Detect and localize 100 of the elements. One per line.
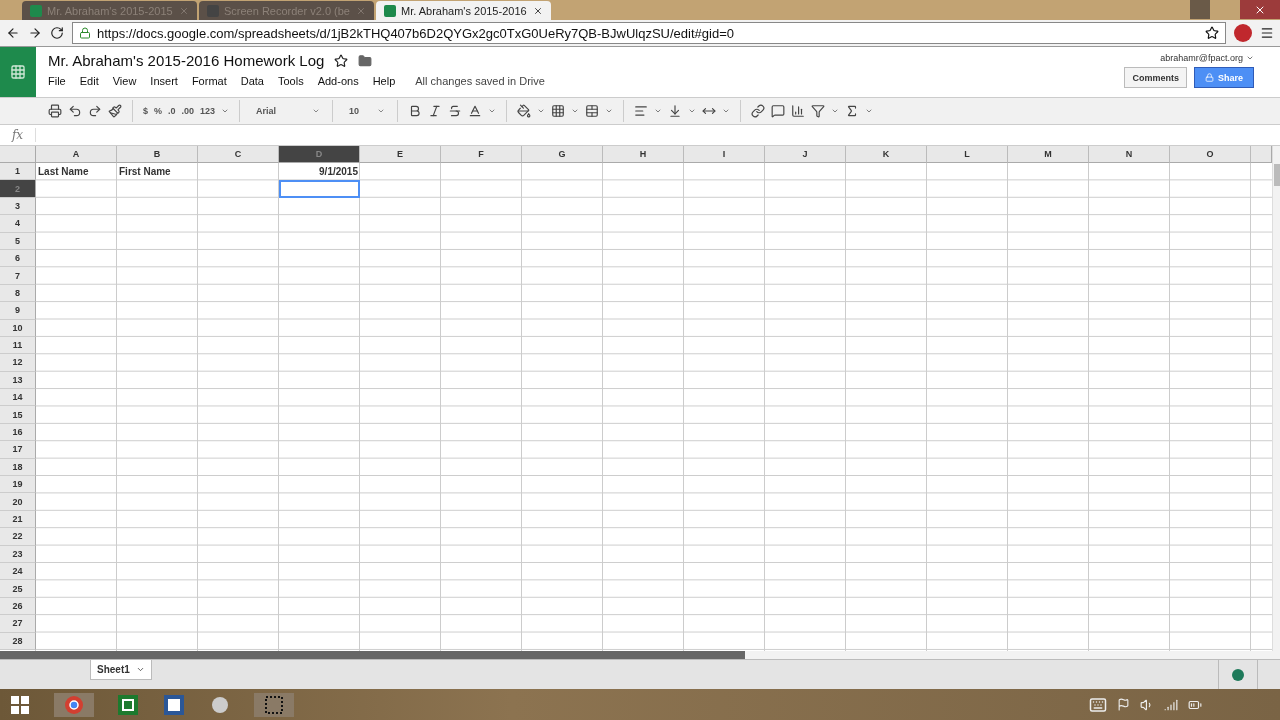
column-header[interactable]: G: [522, 146, 603, 163]
comments-button[interactable]: Comments: [1124, 67, 1187, 88]
column-header[interactable]: N: [1089, 146, 1170, 163]
italic-icon[interactable]: [428, 104, 443, 118]
menu-item[interactable]: Edit: [79, 75, 99, 87]
star-icon[interactable]: [334, 53, 349, 68]
caret-icon: [831, 107, 840, 115]
caret-icon: [654, 107, 663, 115]
row-header[interactable]: 12: [0, 354, 36, 372]
menu-item[interactable]: Data: [240, 75, 264, 87]
sheet-tab[interactable]: Sheet1: [90, 660, 152, 680]
menu-item[interactable]: Insert: [150, 75, 178, 87]
column-header[interactable]: H: [603, 146, 684, 163]
sheets-logo[interactable]: [0, 47, 36, 97]
print-icon[interactable]: [48, 104, 62, 118]
close-icon: [179, 5, 189, 16]
merge-icon[interactable]: [585, 104, 600, 118]
back-icon[interactable]: [6, 26, 20, 40]
bookmark-star-icon[interactable]: [1205, 26, 1219, 40]
strikethrough-icon[interactable]: [448, 104, 463, 118]
keyboard-icon: [1089, 695, 1107, 714]
row-header[interactable]: 20: [0, 493, 36, 511]
menu-item[interactable]: Format: [191, 75, 227, 87]
adblock-icon: [1234, 24, 1252, 42]
address-bar[interactable]: https://docs.google.com/spreadsheets/d/1jB2kTHQ407b6D2QYGx2gc0TxG0UeRy7QB-BJwUlqzSU/edit#gid=0: [72, 22, 1226, 44]
caret-icon: [865, 107, 874, 115]
close-icon: [356, 5, 366, 16]
column-header[interactable]: I: [684, 146, 765, 163]
tab-favicon: [30, 4, 42, 17]
column-header[interactable]: E: [360, 146, 441, 163]
number-format-button[interactable]: %: [154, 106, 163, 116]
row-header[interactable]: 9: [0, 302, 36, 320]
caret-icon: [377, 107, 386, 115]
column-header[interactable]: L: [927, 146, 1008, 163]
row-header[interactable]: 27: [0, 615, 36, 633]
column-header[interactable]: K: [846, 146, 927, 163]
flag-icon: [1117, 698, 1130, 711]
table-cell[interactable]: 9/1/2015: [279, 163, 360, 181]
row-header[interactable]: 4: [0, 215, 36, 233]
number-format-button[interactable]: 123: [200, 106, 216, 116]
caret-icon: [312, 107, 321, 115]
fill-color-icon[interactable]: [517, 104, 532, 118]
row-header[interactable]: 17: [0, 441, 36, 459]
vertical-align-icon[interactable]: [668, 104, 683, 118]
table-cell[interactable]: First Name: [117, 163, 198, 181]
document-title[interactable]: Mr. Abraham's 2015-2016 Homework Log: [48, 52, 325, 69]
row-header[interactable]: 25: [0, 580, 36, 598]
font-size-dropdown[interactable]: 10: [343, 101, 388, 121]
forward-icon[interactable]: [28, 26, 42, 40]
caret-icon: [537, 107, 546, 115]
active-cell[interactable]: [279, 180, 360, 198]
spreadsheet-app-icon: [116, 692, 140, 717]
column-header[interactable]: A: [36, 146, 117, 163]
explore-icon: [1232, 669, 1244, 681]
snipping-app-icon: [254, 692, 294, 717]
row-header[interactable]: 14: [0, 389, 36, 407]
reload-icon[interactable]: [50, 26, 64, 40]
number-format-button[interactable]: $: [143, 106, 148, 116]
redo-icon[interactable]: [88, 104, 102, 118]
account-email[interactable]: abrahamr@fpact.org: [1160, 53, 1254, 63]
font-dropdown[interactable]: Arial: [250, 101, 323, 121]
column-header[interactable]: J: [765, 146, 846, 163]
filter-icon[interactable]: [811, 104, 826, 118]
number-format-button[interactable]: .0: [168, 106, 176, 116]
text-color-icon[interactable]: [468, 104, 483, 118]
close-icon: [1240, 0, 1280, 19]
document-app-icon: [162, 692, 186, 717]
row-header[interactable]: 1: [0, 163, 36, 181]
column-header[interactable]: C: [198, 146, 279, 163]
column-header[interactable]: O: [1170, 146, 1251, 163]
column-header[interactable]: B: [117, 146, 198, 163]
row-header[interactable]: 15: [0, 406, 36, 424]
save-status: All changes saved in Drive: [415, 75, 545, 87]
browser-tab[interactable]: Mr. Abraham's 2015-2016: [376, 1, 551, 20]
row-header[interactable]: 7: [0, 267, 36, 285]
number-format-button[interactable]: .00: [181, 106, 195, 116]
folder-icon[interactable]: [358, 53, 373, 68]
chart-icon[interactable]: [791, 104, 806, 118]
caret-icon: [605, 107, 614, 115]
menu-item[interactable]: Tools: [277, 75, 304, 87]
row-header[interactable]: 22: [0, 528, 36, 546]
menu-item[interactable]: View: [112, 75, 137, 87]
borders-icon[interactable]: [551, 104, 566, 118]
menu-icon[interactable]: [1260, 26, 1274, 40]
table-cell[interactable]: Last Name: [36, 163, 117, 181]
column-header[interactable]: F: [441, 146, 522, 163]
horizontal-scrollbar[interactable]: [0, 651, 1280, 659]
tab-favicon: [384, 4, 396, 17]
paint-format-icon[interactable]: [108, 104, 122, 118]
comment-icon[interactable]: [771, 104, 786, 118]
link-icon[interactable]: [751, 104, 766, 118]
align-icon[interactable]: [634, 104, 649, 118]
undo-icon[interactable]: [68, 104, 82, 118]
bold-icon[interactable]: [408, 104, 423, 118]
row-header[interactable]: 19: [0, 476, 36, 494]
menu-item[interactable]: Add-ons: [317, 75, 359, 87]
vertical-scrollbar[interactable]: [1272, 146, 1280, 651]
column-header[interactable]: M: [1008, 146, 1089, 163]
menu-item[interactable]: Help: [372, 75, 396, 87]
menu-item[interactable]: File: [48, 75, 66, 87]
